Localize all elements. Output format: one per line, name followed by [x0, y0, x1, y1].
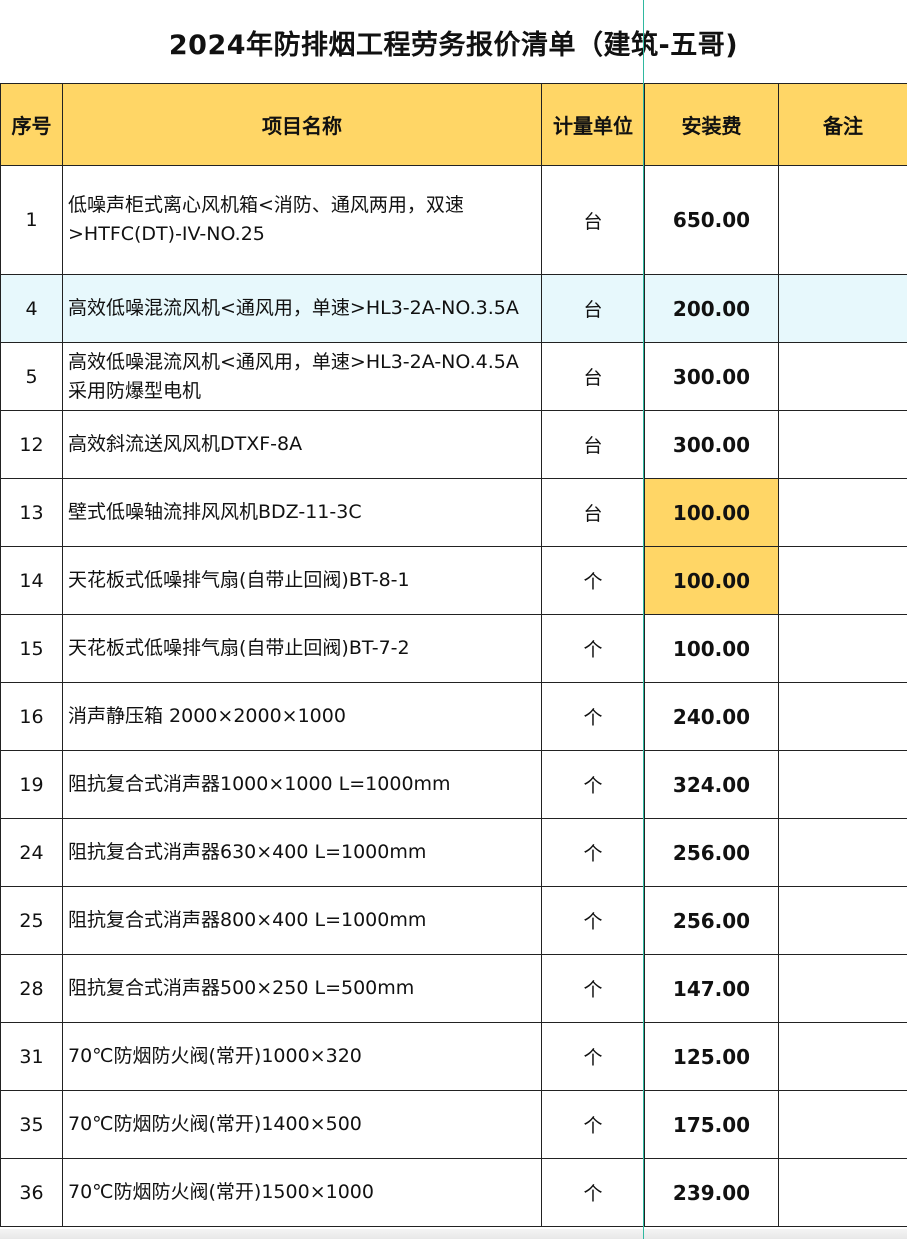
table-row: 14 天花板式低噪排气扇(自带止回阀)BT-8-1 个 100.00 [0, 546, 907, 615]
cell-name[interactable]: 阻抗复合式消声器1000×1000 L=1000mm [62, 750, 542, 819]
cell-fee[interactable]: 100.00 [644, 546, 779, 615]
cell-unit[interactable]: 台 [541, 478, 645, 547]
cell-fee[interactable]: 100.00 [644, 478, 779, 547]
cell-unit[interactable]: 个 [541, 614, 645, 683]
table-row: 1 低噪声柜式离心风机箱<消防、通风两用，双速>HTFC(DT)-IV-NO.2… [0, 165, 907, 275]
cell-note[interactable] [778, 886, 907, 955]
cell-name[interactable]: 70℃防烟防火阀(常开)1400×500 [62, 1090, 542, 1159]
cell-unit[interactable]: 个 [541, 954, 645, 1023]
cell-fee[interactable]: 239.00 [644, 1158, 779, 1227]
cell-note[interactable] [778, 546, 907, 615]
sheet-title: 2024年防排烟工程劳务报价清单（建筑-五哥) [168, 29, 739, 61]
table-row: 24 阻抗复合式消声器630×400 L=1000mm 个 256.00 [0, 818, 907, 887]
cell-note[interactable] [778, 750, 907, 819]
cell-note[interactable] [778, 165, 907, 275]
cell-note[interactable] [778, 614, 907, 683]
header-note[interactable]: 备注 [778, 83, 907, 166]
header-name[interactable]: 项目名称 [62, 83, 542, 166]
cell-fee[interactable]: 300.00 [644, 342, 779, 411]
cell-index[interactable]: 19 [0, 750, 63, 819]
table-row: 13 壁式低噪轴流排风风机BDZ-11-3C 台 100.00 [0, 478, 907, 547]
table-row: 16 消声静压箱 2000×2000×1000 个 240.00 [0, 682, 907, 751]
cell-name[interactable]: 70℃防烟防火阀(常开)1000×320 [62, 1022, 542, 1091]
cell-fee[interactable]: 125.00 [644, 1022, 779, 1091]
sheet-bottom-edge [0, 1229, 907, 1239]
cell-name[interactable]: 天花板式低噪排气扇(自带止回阀)BT-7-2 [62, 614, 542, 683]
cell-index[interactable]: 35 [0, 1090, 63, 1159]
table-row: 4 高效低噪混流风机<通风用，单速>HL3-2A-NO.3.5A 台 200.0… [0, 274, 907, 343]
cell-index[interactable]: 4 [0, 274, 63, 343]
cell-index[interactable]: 12 [0, 410, 63, 479]
cell-name[interactable]: 壁式低噪轴流排风风机BDZ-11-3C [62, 478, 542, 547]
cell-name[interactable]: 天花板式低噪排气扇(自带止回阀)BT-8-1 [62, 546, 542, 615]
table-row: 5 高效低噪混流风机<通风用，单速>HL3-2A-NO.4.5A采用防爆型电机 … [0, 342, 907, 411]
cell-index[interactable]: 28 [0, 954, 63, 1023]
cell-index[interactable]: 15 [0, 614, 63, 683]
cell-name[interactable]: 阻抗复合式消声器800×400 L=1000mm [62, 886, 542, 955]
cell-note[interactable] [778, 1158, 907, 1227]
cell-unit[interactable]: 个 [541, 682, 645, 751]
cell-fee[interactable]: 240.00 [644, 682, 779, 751]
table-row: 36 70℃防烟防火阀(常开)1500×1000 个 239.00 [0, 1158, 907, 1227]
cell-fee[interactable]: 324.00 [644, 750, 779, 819]
cell-name[interactable]: 70℃防烟防火阀(常开)1500×1000 [62, 1158, 542, 1227]
cell-unit[interactable]: 个 [541, 1090, 645, 1159]
cell-index[interactable]: 13 [0, 478, 63, 547]
cell-unit[interactable]: 个 [541, 1022, 645, 1091]
cell-note[interactable] [778, 410, 907, 479]
cell-index[interactable]: 16 [0, 682, 63, 751]
cell-fee[interactable]: 147.00 [644, 954, 779, 1023]
cell-index[interactable]: 25 [0, 886, 63, 955]
cell-index[interactable]: 1 [0, 165, 63, 275]
cell-note[interactable] [778, 478, 907, 547]
cell-note[interactable] [778, 682, 907, 751]
header-index[interactable]: 序号 [0, 83, 63, 166]
header-unit[interactable]: 计量单位 [541, 83, 645, 166]
table-row: 31 70℃防烟防火阀(常开)1000×320 个 125.00 [0, 1022, 907, 1091]
cell-note[interactable] [778, 1090, 907, 1159]
cell-index[interactable]: 31 [0, 1022, 63, 1091]
cell-name[interactable]: 高效低噪混流风机<通风用，单速>HL3-2A-NO.4.5A采用防爆型电机 [62, 342, 542, 411]
header-row: 序号 项目名称 计量单位 安装费 备注 [0, 83, 907, 166]
table-row: 25 阻抗复合式消声器800×400 L=1000mm 个 256.00 [0, 886, 907, 955]
cell-unit[interactable]: 个 [541, 818, 645, 887]
cell-unit[interactable]: 台 [541, 410, 645, 479]
cell-fee[interactable]: 200.00 [644, 274, 779, 343]
cell-index[interactable]: 24 [0, 818, 63, 887]
quote-table: 序号 项目名称 计量单位 安装费 备注 1 低噪声柜式离心风机箱<消防、通风两用… [0, 83, 907, 1227]
cell-name[interactable]: 低噪声柜式离心风机箱<消防、通风两用，双速>HTFC(DT)-IV-NO.25 [62, 165, 542, 275]
cell-unit[interactable]: 台 [541, 274, 645, 343]
cell-index[interactable]: 36 [0, 1158, 63, 1227]
cell-unit[interactable]: 台 [541, 165, 645, 275]
cell-unit[interactable]: 个 [541, 750, 645, 819]
header-fee[interactable]: 安装费 [644, 83, 779, 166]
cell-fee[interactable]: 175.00 [644, 1090, 779, 1159]
cell-note[interactable] [778, 818, 907, 887]
cell-note[interactable] [778, 1022, 907, 1091]
cell-name[interactable]: 阻抗复合式消声器630×400 L=1000mm [62, 818, 542, 887]
table-row: 15 天花板式低噪排气扇(自带止回阀)BT-7-2 个 100.00 [0, 614, 907, 683]
table-row: 35 70℃防烟防火阀(常开)1400×500 个 175.00 [0, 1090, 907, 1159]
cell-fee[interactable]: 100.00 [644, 614, 779, 683]
cell-name[interactable]: 高效低噪混流风机<通风用，单速>HL3-2A-NO.3.5A [62, 274, 542, 343]
cell-note[interactable] [778, 954, 907, 1023]
cell-unit[interactable]: 个 [541, 1158, 645, 1227]
cell-name[interactable]: 阻抗复合式消声器500×250 L=500mm [62, 954, 542, 1023]
cell-unit[interactable]: 个 [541, 546, 645, 615]
cell-fee[interactable]: 256.00 [644, 886, 779, 955]
cell-index[interactable]: 14 [0, 546, 63, 615]
table-row: 28 阻抗复合式消声器500×250 L=500mm 个 147.00 [0, 954, 907, 1023]
cell-fee[interactable]: 300.00 [644, 410, 779, 479]
cell-unit[interactable]: 个 [541, 886, 645, 955]
cell-note[interactable] [778, 342, 907, 411]
cell-note[interactable] [778, 274, 907, 343]
cell-fee[interactable]: 650.00 [644, 165, 779, 275]
table-row: 12 高效斜流送风风机DTXF-8A 台 300.00 [0, 410, 907, 479]
cell-unit[interactable]: 台 [541, 342, 645, 411]
cell-name[interactable]: 消声静压箱 2000×2000×1000 [62, 682, 542, 751]
cell-name[interactable]: 高效斜流送风风机DTXF-8A [62, 410, 542, 479]
table-row: 19 阻抗复合式消声器1000×1000 L=1000mm 个 324.00 [0, 750, 907, 819]
cell-fee[interactable]: 256.00 [644, 818, 779, 887]
cell-index[interactable]: 5 [0, 342, 63, 411]
